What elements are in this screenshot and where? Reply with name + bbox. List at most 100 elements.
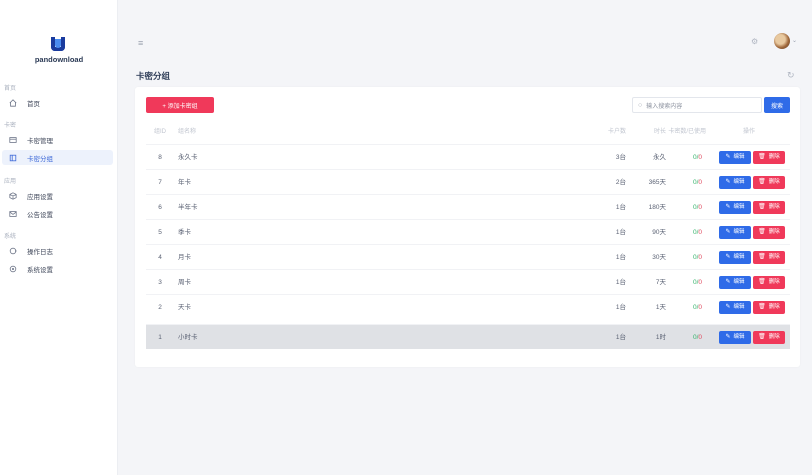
cell-status: 0/0 xyxy=(668,220,702,245)
edit-label: 编辑 xyxy=(733,154,745,160)
edit-button[interactable]: ✎ 编辑 xyxy=(719,176,751,189)
cell-status: 0/0 xyxy=(668,170,702,195)
edit-icon: ✎ xyxy=(725,334,731,340)
cell-duration: 365天 xyxy=(648,179,666,186)
cell-status: 0/0 xyxy=(668,195,702,220)
menu-toggle-icon[interactable]: ≡ xyxy=(138,38,143,48)
used-count: 0 xyxy=(698,334,702,341)
sidebar-item-label: 系统设置 xyxy=(27,266,53,274)
sidebar-item-announcement[interactable]: 公告设置 xyxy=(2,206,113,221)
mail-icon xyxy=(7,210,19,218)
cell-duration: 1天 xyxy=(655,304,666,311)
search-button[interactable]: 搜索 xyxy=(764,97,790,113)
cell-id: 3 xyxy=(158,279,162,286)
cell-cards: 1台 xyxy=(615,254,626,261)
trash-icon: 🗑 xyxy=(758,229,766,235)
sidebar-item-label: 操作日志 xyxy=(27,248,53,256)
nav-section-title: 系统 xyxy=(4,234,17,240)
trash-icon: 🗑 xyxy=(758,204,766,210)
delete-button[interactable]: 🗑 删除 xyxy=(753,251,785,264)
brand-name: pandownload xyxy=(34,55,84,64)
cell-status: 0/0 xyxy=(668,145,702,170)
table-row: 8 永久卡 3台 永久 0/0 ✎ 编辑 🗑 删除 xyxy=(146,144,790,169)
edit-label: 编辑 xyxy=(733,279,745,285)
cell-name: 月卡 xyxy=(178,254,191,261)
table-row: 7 年卡 2台 365天 0/0 ✎ 编辑 🗑 删除 xyxy=(146,169,790,194)
sidebar-item-home[interactable]: 首页 xyxy=(2,95,113,110)
column-header-cards: 卡户数 xyxy=(607,129,626,135)
card-group-panel: + 添加卡密组 ○ 输入搜索内容 搜索 组ID 组名称 卡户数 时长 卡密数/已… xyxy=(135,87,800,367)
refresh-icon[interactable]: ↻ xyxy=(787,70,795,81)
trash-icon: 🗑 xyxy=(758,334,766,340)
nav-section-title: 卡密 xyxy=(4,123,17,129)
cell-id: 2 xyxy=(158,304,162,311)
cell-cards: 1台 xyxy=(615,279,626,286)
delete-button[interactable]: 🗑 删除 xyxy=(753,176,785,189)
delete-button[interactable]: 🗑 删除 xyxy=(753,226,785,239)
cell-cards: 1台 xyxy=(615,304,626,311)
cell-name: 季卡 xyxy=(178,229,191,236)
home-icon xyxy=(7,98,19,107)
table-row: 3 周卡 1台 7天 0/0 ✎ 编辑 🗑 删除 xyxy=(146,269,790,294)
sidebar-item-operation-log[interactable]: 操作日志 xyxy=(2,243,113,258)
logo-icon xyxy=(50,37,66,51)
edit-button[interactable]: ✎ 编辑 xyxy=(719,201,751,214)
edit-button[interactable]: ✎ 编辑 xyxy=(719,251,751,264)
delete-label: 删除 xyxy=(768,179,780,185)
cell-duration: 1时 xyxy=(655,334,666,341)
delete-label: 删除 xyxy=(768,279,780,285)
add-card-group-button[interactable]: + 添加卡密组 xyxy=(146,97,214,113)
sidebar-item-system-settings[interactable]: 系统设置 xyxy=(2,261,113,276)
column-header-ops: 操作 xyxy=(743,129,756,135)
edit-button[interactable]: ✎ 编辑 xyxy=(719,331,751,344)
chevron-down-icon[interactable]: ⌄ xyxy=(792,37,797,44)
column-header-status: 卡密数/已使用 xyxy=(668,129,706,135)
delete-button[interactable]: 🗑 删除 xyxy=(753,151,785,164)
sidebar-item-card-management[interactable]: 卡密管理 xyxy=(2,132,113,147)
sidebar-item-card-group[interactable]: 卡密分组 xyxy=(2,150,113,165)
cell-name: 半年卡 xyxy=(178,204,198,211)
sidebar-item-label: 卡密分组 xyxy=(27,155,53,163)
settings-icon xyxy=(7,265,19,273)
edit-button[interactable]: ✎ 编辑 xyxy=(719,151,751,164)
edit-icon: ✎ xyxy=(725,229,731,235)
cell-cards: 3台 xyxy=(615,154,626,161)
sidebar-item-label: 卡密管理 xyxy=(27,137,53,145)
used-count: 0 xyxy=(698,179,702,186)
trash-icon: 🗑 xyxy=(758,279,766,285)
delete-label: 删除 xyxy=(768,229,780,235)
cell-id: 1 xyxy=(158,334,162,341)
column-header-name: 组名称 xyxy=(178,129,197,135)
edit-button[interactable]: ✎ 编辑 xyxy=(719,301,751,314)
used-count: 0 xyxy=(698,204,702,211)
avatar[interactable] xyxy=(774,33,790,49)
delete-button[interactable]: 🗑 删除 xyxy=(753,201,785,214)
cell-duration: 永久 xyxy=(653,154,666,161)
delete-label: 删除 xyxy=(768,254,780,260)
cell-name: 永久卡 xyxy=(178,154,198,161)
sidebar-item-app-settings[interactable]: 应用设置 xyxy=(2,188,113,203)
sidebar-item-label: 首页 xyxy=(27,100,40,108)
delete-label: 删除 xyxy=(768,204,780,210)
edit-icon: ✎ xyxy=(725,279,731,285)
cube-icon xyxy=(7,191,19,200)
edit-label: 编辑 xyxy=(733,304,745,310)
top-strip xyxy=(118,0,812,25)
used-count: 0 xyxy=(698,229,702,236)
delete-button[interactable]: 🗑 删除 xyxy=(753,331,785,344)
nav-section-title: 首页 xyxy=(4,86,17,92)
column-header-id: 组ID xyxy=(153,129,166,135)
table-row: 5 季卡 1台 90天 0/0 ✎ 编辑 🗑 删除 xyxy=(146,219,790,244)
nav-section-title: 应用 xyxy=(4,179,17,185)
delete-label: 删除 xyxy=(768,334,780,340)
delete-button[interactable]: 🗑 删除 xyxy=(753,301,785,314)
delete-button[interactable]: 🗑 删除 xyxy=(753,276,785,289)
cell-status: 0/0 xyxy=(668,270,702,295)
gear-icon[interactable]: ⚙ xyxy=(751,37,758,46)
edit-button[interactable]: ✎ 编辑 xyxy=(719,226,751,239)
cell-cards: 1台 xyxy=(615,229,626,236)
cell-id: 7 xyxy=(158,179,162,186)
edit-button[interactable]: ✎ 编辑 xyxy=(719,276,751,289)
table-row: 1 小时卡 1台 1时 0/0 ✎ 编辑 🗑 删除 xyxy=(146,324,790,349)
search-input[interactable]: ○ 输入搜索内容 xyxy=(632,97,762,113)
